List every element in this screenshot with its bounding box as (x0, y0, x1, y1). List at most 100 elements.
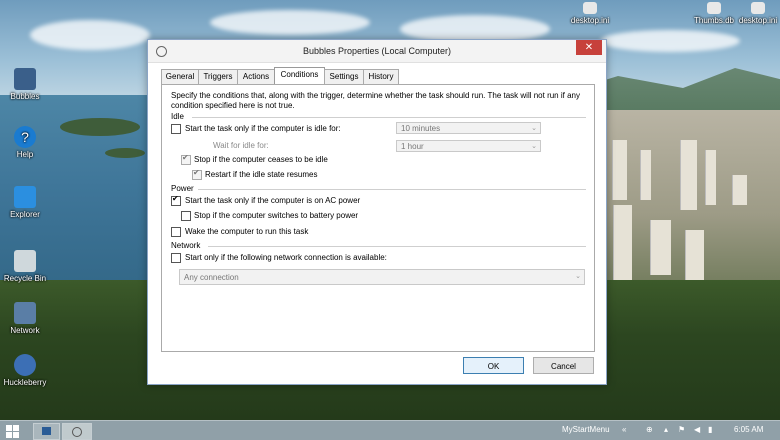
explorer-icon (14, 186, 36, 208)
desktop-icon-help[interactable]: ? Help (0, 126, 50, 159)
windows-logo-icon (13, 432, 19, 438)
taskbar: MyStartMenu « ⊕ ▴ ⚑ ◀ ▮ 6:05 AM (0, 420, 780, 440)
windows-logo-icon (6, 432, 12, 438)
desktop-icon-label: Bubbles (10, 92, 40, 101)
explorer-icon (42, 427, 51, 435)
dialog-title: Bubbles Properties (Local Computer) (302, 46, 452, 56)
stop-if-ceases-checkbox[interactable] (181, 153, 191, 165)
cloud (600, 30, 740, 52)
desktop-icon-bubbles[interactable]: Bubbles (0, 68, 50, 101)
start-button[interactable] (5, 423, 19, 438)
battery-stop-label: Stop if the computer switches to battery… (194, 211, 359, 220)
network-checkbox[interactable] (171, 253, 181, 263)
properties-dialog: Bubbles Properties (Local Computer) ✕ Ge… (147, 39, 607, 385)
network-connection-value: Any connection (184, 273, 239, 282)
desktop-icon-label: Recycle Bin (3, 274, 47, 283)
building (705, 150, 716, 205)
section-divider (198, 189, 586, 190)
tab-conditions[interactable]: Conditions (274, 67, 325, 84)
building (613, 205, 632, 285)
wake-computer-checkbox[interactable] (171, 227, 181, 237)
idle-start-label: Start the task only if the computer is i… (185, 124, 341, 133)
cancel-button[interactable]: Cancel (533, 357, 594, 374)
tab-actions[interactable]: Actions (237, 69, 275, 84)
building (640, 150, 651, 200)
desktop-icon-label: Thumbs.db (693, 16, 735, 25)
conditions-description: Specify the conditions that, along with … (171, 91, 580, 110)
building (650, 220, 671, 275)
desktop-icon-desktop-ini-2[interactable]: desktop.ini (736, 2, 780, 25)
close-button[interactable]: ✕ (576, 40, 602, 55)
battery-stop-checkbox[interactable] (181, 211, 191, 221)
network-section-header: Network (171, 241, 201, 250)
restart-if-resumes-label: Restart if the idle state resumes (205, 170, 318, 179)
desktop-icon-label: desktop.ini (570, 16, 610, 25)
desktop-icon-thumbs-db[interactable]: Thumbs.db (690, 2, 738, 25)
show-hidden-icon[interactable]: ▴ (664, 425, 668, 434)
windows-logo-icon (6, 425, 12, 431)
taskbar-app-explorer[interactable] (33, 423, 60, 440)
section-divider (192, 117, 586, 118)
network-tray-icon[interactable]: ⊕ (646, 425, 653, 434)
ok-button[interactable]: OK (463, 357, 524, 374)
desktop-icon-label: desktop.ini (738, 16, 778, 25)
file-icon (583, 2, 597, 14)
cloud (210, 10, 370, 35)
stop-if-ceases-label: Stop if the computer ceases to be idle (194, 155, 328, 164)
clock[interactable]: 6:05 AM (734, 425, 763, 434)
idle-duration-value: 10 minutes (401, 124, 441, 133)
desktop-icon-recycle-bin[interactable]: Recycle Bin (0, 250, 50, 283)
desktop-icon-label: Explorer (10, 210, 40, 219)
building (612, 140, 627, 200)
network-label: Start only if the following network conn… (185, 253, 387, 262)
desktop-icon-label: Huckleberry (3, 378, 47, 387)
wait-for-idle-label: Wait for idle for: (213, 141, 269, 150)
desktop-icon-label: Help (16, 150, 34, 159)
desktop-icon-explorer[interactable]: Explorer (0, 186, 50, 219)
volume-icon[interactable]: ◀ (694, 425, 700, 434)
file-icon (751, 2, 765, 14)
tab-settings[interactable]: Settings (324, 69, 364, 84)
section-divider (208, 246, 586, 247)
desktop-icon-huckleberry[interactable]: Huckleberry (0, 354, 50, 387)
chevron-down-icon: ⌄ (531, 125, 537, 132)
title-bar[interactable]: Bubbles Properties (Local Computer) ✕ (148, 40, 606, 63)
island (60, 118, 140, 136)
idle-start-checkbox[interactable] (171, 124, 181, 134)
building (732, 175, 747, 205)
huckleberry-icon (14, 354, 36, 376)
desktop-icon-network[interactable]: Network (0, 302, 50, 335)
wake-computer-label: Wake the computer to run this task (185, 227, 309, 236)
tab-general[interactable]: General (161, 69, 199, 84)
toolbar-label[interactable]: MyStartMenu (562, 425, 610, 434)
chevron-down-icon: ⌄ (531, 143, 537, 150)
power-section-header: Power (171, 184, 194, 193)
tab-history[interactable]: History (363, 69, 399, 84)
cloud (30, 20, 150, 50)
file-icon (707, 2, 721, 14)
taskbar-app-task-scheduler[interactable] (62, 423, 92, 440)
wifi-icon[interactable]: ▮ (708, 425, 712, 434)
clock-icon (72, 427, 82, 437)
conditions-panel: Specify the conditions that, along with … (161, 84, 595, 352)
chevron-left-icon[interactable]: « (622, 425, 626, 434)
ac-power-label: Start the task only if the computer is o… (185, 196, 361, 205)
restart-if-resumes-checkbox[interactable] (192, 168, 202, 180)
task-icon (14, 68, 36, 90)
help-icon: ? (14, 126, 36, 148)
desktop-icon-label: Network (10, 326, 40, 335)
ac-power-checkbox[interactable] (171, 194, 181, 206)
flag-icon[interactable]: ⚑ (678, 425, 685, 434)
idle-duration-select[interactable]: 10 minutes ⌄ (396, 122, 541, 134)
island (105, 148, 145, 158)
wait-for-idle-select[interactable]: 1 hour ⌄ (396, 140, 541, 152)
windows-logo-icon (13, 425, 19, 431)
tab-triggers[interactable]: Triggers (198, 69, 238, 84)
building (680, 140, 697, 210)
idle-section-header: Idle (171, 112, 184, 121)
building (685, 230, 704, 280)
network-icon (14, 302, 36, 324)
desktop-icon-desktop-ini[interactable]: desktop.ini (564, 2, 616, 25)
network-connection-select[interactable]: Any connection ⌄ (179, 269, 585, 285)
wait-for-idle-value: 1 hour (401, 142, 424, 151)
